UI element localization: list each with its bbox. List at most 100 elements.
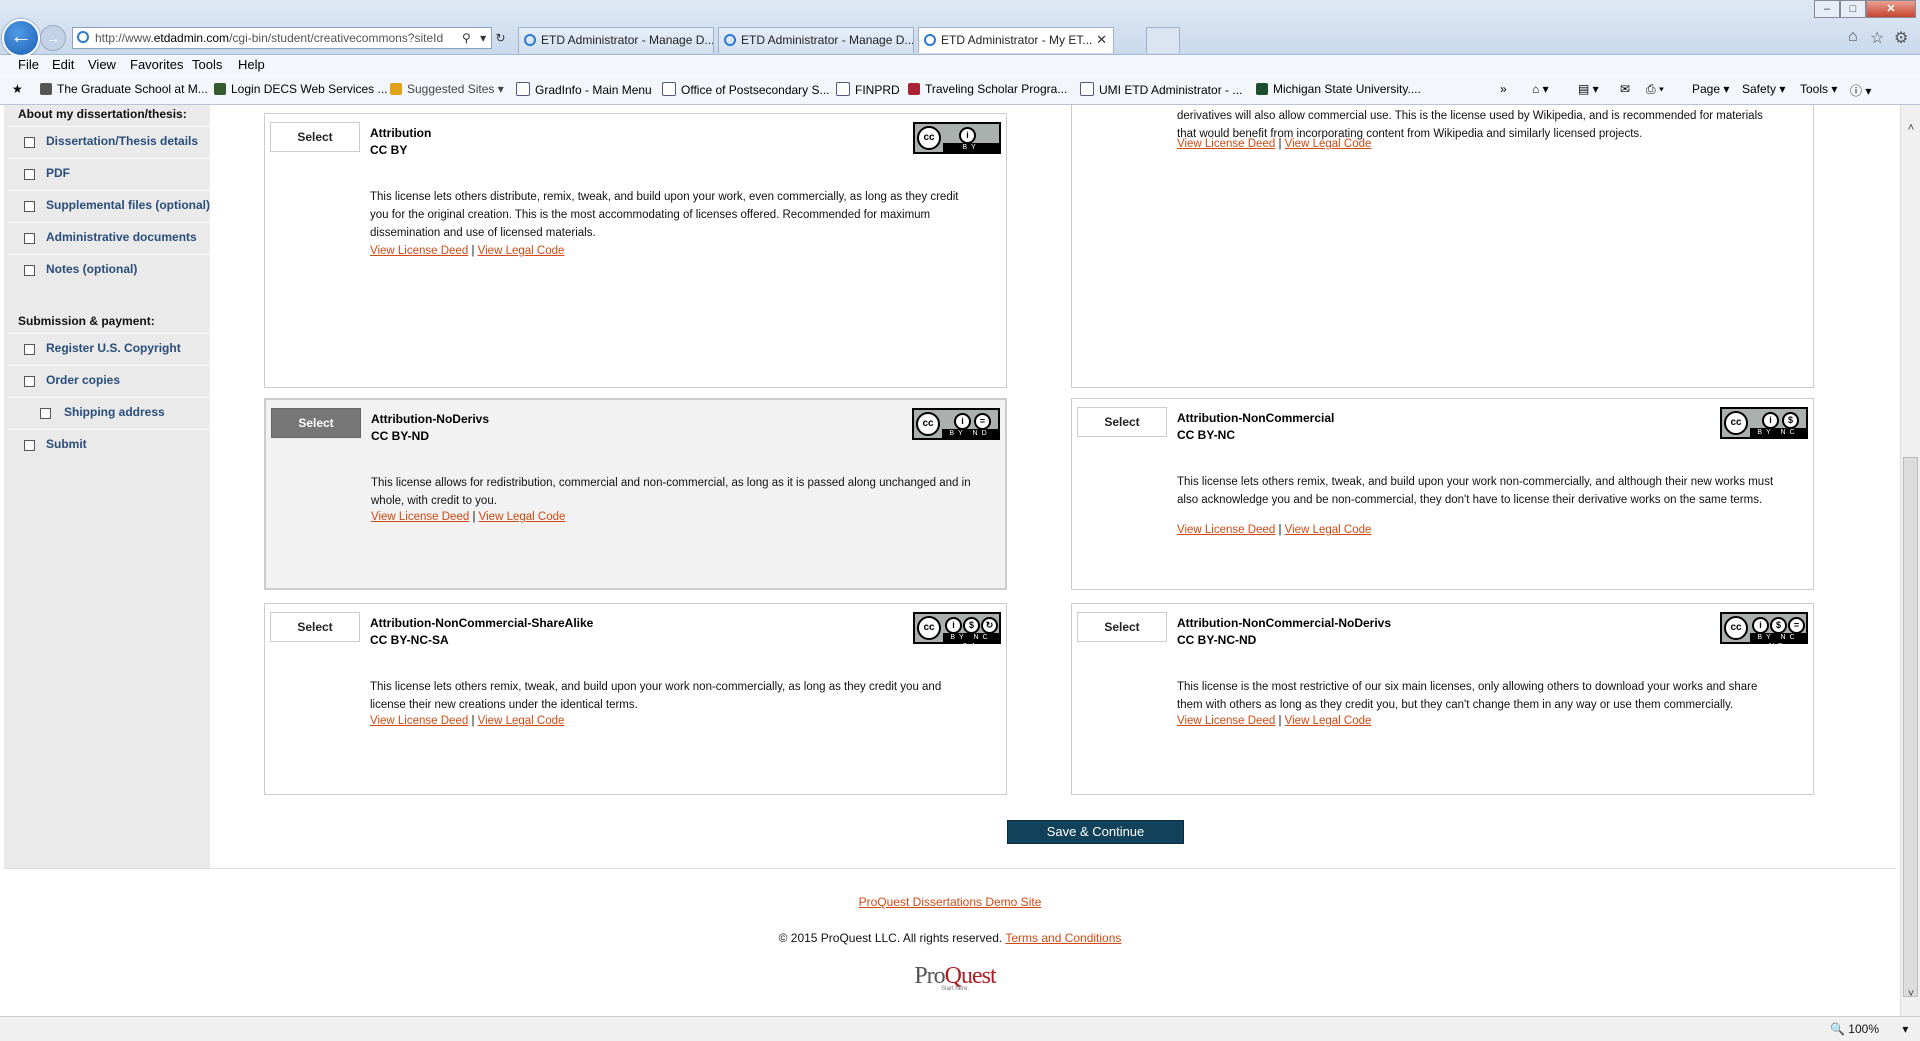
license-links: View License Deed | View Legal Code xyxy=(1177,524,1371,536)
non-commercial-icon: $ xyxy=(1770,617,1787,634)
sidebar-item-details[interactable]: Dissertation/Thesis details xyxy=(8,126,210,156)
settings-gear-icon[interactable]: ⚙ xyxy=(1894,28,1908,48)
checkbox[interactable] xyxy=(24,201,35,212)
sidebar-item-notes[interactable]: Notes (optional) xyxy=(8,254,210,284)
sidebar-item-pdf[interactable]: PDF xyxy=(8,158,210,188)
checkbox[interactable] xyxy=(24,233,35,244)
tab-etd-my[interactable]: ETD Administrator - My ET... ✕ xyxy=(918,27,1114,53)
checkbox[interactable] xyxy=(24,344,35,355)
vertical-scrollbar[interactable]: ˄ ˅ xyxy=(1900,105,1920,1016)
sidebar-item-admin-docs[interactable]: Administrative documents xyxy=(8,222,210,252)
license-card-cc-by: Select Attribution CC BY cc i BY This li… xyxy=(264,113,1007,388)
license-links: View License Deed | View Legal Code xyxy=(371,511,565,523)
checkbox[interactable] xyxy=(24,137,35,148)
sidebar-item-shipping[interactable]: Shipping address xyxy=(8,397,210,427)
view-legal-code-link[interactable]: View Legal Code xyxy=(1285,715,1372,727)
ie-tab-icon xyxy=(924,34,936,46)
checkbox[interactable] xyxy=(24,376,35,387)
license-code: CC BY-NC-SA xyxy=(370,633,449,647)
more-favorites-chevron-icon[interactable]: » xyxy=(1500,82,1507,96)
add-favorites-star-icon[interactable]: ★ xyxy=(12,82,23,96)
menu-tools[interactable]: Tools xyxy=(192,57,222,72)
attribution-icon: i xyxy=(954,413,971,430)
sidebar-item-copyright[interactable]: Register U.S. Copyright xyxy=(8,333,210,363)
scroll-thumb[interactable] xyxy=(1903,457,1918,997)
view-legal-code-link[interactable]: View Legal Code xyxy=(479,511,566,523)
sidebar-heading-submission: Submission & payment: xyxy=(18,314,155,328)
fav-gradinfo[interactable]: GradInfo - Main Menu xyxy=(516,82,652,97)
share-alike-icon: ↻ xyxy=(981,617,998,634)
attribution-icon: i xyxy=(1762,412,1779,429)
view-legal-code-link[interactable]: View Legal Code xyxy=(1285,524,1372,536)
menu-edit[interactable]: Edit xyxy=(52,57,74,72)
proquest-demo-link[interactable]: ProQuest Dissertations Demo Site xyxy=(859,895,1042,909)
checkbox[interactable] xyxy=(24,169,35,180)
select-button-cc-by-nc[interactable]: Select xyxy=(1077,407,1167,437)
menu-view[interactable]: View xyxy=(88,57,116,72)
mail-icon[interactable]: ✉ xyxy=(1620,82,1630,96)
help-icon[interactable]: ⓘ ▾ xyxy=(1850,82,1871,99)
home-menu-icon[interactable]: ⌂ ▾ xyxy=(1532,82,1549,96)
select-button-cc-by[interactable]: Select xyxy=(270,122,360,152)
new-tab-button[interactable] xyxy=(1146,27,1180,53)
feeds-icon[interactable]: ▤ ▾ xyxy=(1578,82,1599,96)
window-close-icon[interactable]: ✕ xyxy=(1866,0,1916,18)
select-button-cc-by-nc-nd[interactable]: Select xyxy=(1077,612,1167,642)
tab-etd-manage-1[interactable]: ETD Administrator - Manage D... xyxy=(518,27,714,53)
minimize-icon[interactable]: – xyxy=(1814,0,1840,18)
menu-file[interactable]: File xyxy=(18,57,39,72)
scroll-up-icon[interactable]: ˄ xyxy=(1901,119,1920,137)
terms-link[interactable]: Terms and Conditions xyxy=(1005,931,1121,945)
menu-favorites[interactable]: Favorites xyxy=(130,57,183,72)
fav-postsecondary[interactable]: Office of Postsecondary S... xyxy=(662,82,830,97)
safety-menu[interactable]: Safety ▾ xyxy=(1742,82,1785,96)
page-menu[interactable]: Page ▾ xyxy=(1692,82,1729,96)
maximize-icon[interactable]: □ xyxy=(1840,0,1866,18)
back-arrow-icon[interactable]: ← xyxy=(2,19,40,57)
sidebar-item-order-copies[interactable]: Order copies xyxy=(8,365,210,395)
print-icon[interactable]: ⎙ ▾ xyxy=(1646,82,1664,97)
save-continue-button[interactable]: Save & Continue xyxy=(1007,820,1184,844)
license-code: CC BY-ND xyxy=(371,429,430,443)
scroll-down-icon[interactable]: ˅ xyxy=(1901,985,1920,1003)
view-license-deed-link[interactable]: View License Deed xyxy=(370,245,468,257)
view-license-deed-link[interactable]: View License Deed xyxy=(1177,138,1275,150)
sidebar-item-submit[interactable]: Submit xyxy=(8,429,210,459)
zoom-dropdown-icon[interactable]: ▾ xyxy=(1902,1022,1908,1036)
select-button-cc-by-nc-sa[interactable]: Select xyxy=(270,612,360,642)
fav-msu[interactable]: Michigan State University.... xyxy=(1256,82,1421,96)
tools-menu[interactable]: Tools ▾ xyxy=(1800,82,1837,96)
fav-umi-etd[interactable]: UMI ETD Administrator - ... xyxy=(1080,82,1242,97)
view-legal-code-link[interactable]: View Legal Code xyxy=(478,245,565,257)
fav-traveling-scholar[interactable]: Traveling Scholar Progra... xyxy=(908,82,1067,96)
refresh-icon[interactable]: ↻ xyxy=(496,31,506,45)
view-legal-code-link[interactable]: View Legal Code xyxy=(1285,138,1372,150)
sidebar-item-supplemental[interactable]: Supplemental files (optional) xyxy=(8,190,210,220)
forward-arrow-icon[interactable]: → xyxy=(40,25,66,51)
no-derivs-icon: = xyxy=(1788,617,1805,634)
fav-graduate-school[interactable]: The Graduate School at M... xyxy=(40,82,208,96)
zoom-control[interactable]: 🔍 100% ▾ xyxy=(1830,1022,1908,1036)
menu-help[interactable]: Help xyxy=(238,57,265,72)
view-legal-code-link[interactable]: View Legal Code xyxy=(478,715,565,727)
view-license-deed-link[interactable]: View License Deed xyxy=(1177,524,1275,536)
footer-demo-line: ProQuest Dissertations Demo Site xyxy=(0,895,1900,909)
fav-finprd[interactable]: FINPRD xyxy=(836,82,900,97)
select-button-cc-by-nd[interactable]: Select xyxy=(271,408,361,438)
checkbox[interactable] xyxy=(24,440,35,451)
checkbox[interactable] xyxy=(24,265,35,276)
tab-etd-manage-2[interactable]: ETD Administrator - Manage D... xyxy=(718,27,914,53)
sidebar-item-label: Dissertation/Thesis details xyxy=(46,134,199,148)
dropdown-icon[interactable]: ▾ xyxy=(480,31,486,45)
search-icon[interactable]: ⚲ xyxy=(462,31,471,45)
favorites-star-icon[interactable]: ☆ xyxy=(1870,28,1884,48)
fav-suggested-sites[interactable]: Suggested Sites ▾ xyxy=(390,82,504,96)
checkbox[interactable] xyxy=(40,408,51,419)
close-tab-icon[interactable]: ✕ xyxy=(1096,28,1107,52)
view-license-deed-link[interactable]: View License Deed xyxy=(371,511,469,523)
address-bar[interactable]: http://www.etdadmin.com/cgi-bin/student/… xyxy=(72,27,492,49)
view-license-deed-link[interactable]: View License Deed xyxy=(1177,715,1275,727)
view-license-deed-link[interactable]: View License Deed xyxy=(370,715,468,727)
home-icon[interactable]: ⌂ xyxy=(1848,28,1858,46)
fav-decs-login[interactable]: Login DECS Web Services ... xyxy=(214,82,388,96)
